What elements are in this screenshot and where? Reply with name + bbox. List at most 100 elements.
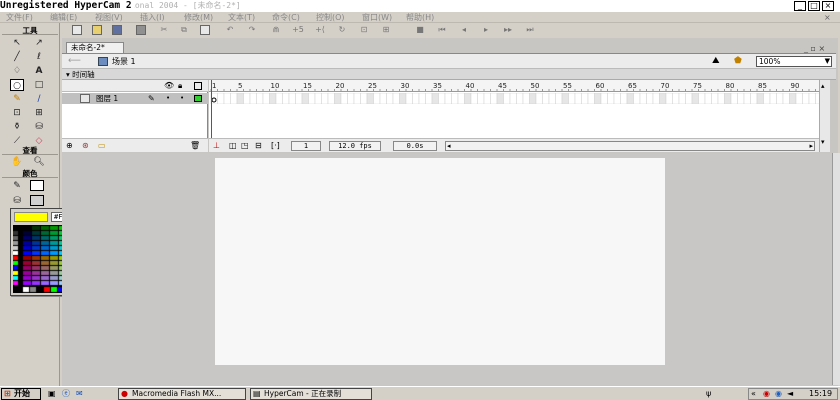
frame-cell[interactable] — [412, 93, 420, 104]
rectangle-tool-icon[interactable]: □ — [32, 79, 46, 91]
frame-cell[interactable] — [249, 93, 257, 104]
frame-cell[interactable] — [470, 93, 478, 104]
frame-cell[interactable] — [568, 93, 576, 104]
frame-cell[interactable] — [769, 93, 777, 104]
onion-markers-icon[interactable]: [·] — [271, 141, 285, 151]
restore-button[interactable]: □ — [808, 1, 820, 11]
frame-cell[interactable] — [717, 93, 725, 104]
edit-symbol-icon[interactable]: ⬟ — [734, 56, 750, 67]
frame-cell[interactable] — [438, 93, 446, 104]
save-icon[interactable] — [112, 25, 122, 35]
frame-cell[interactable] — [678, 93, 686, 104]
free-transform-tool-icon[interactable]: ⊡ — [10, 107, 24, 119]
frame-cell[interactable] — [490, 93, 498, 104]
tray-icon-b[interactable]: ◉ — [775, 389, 782, 399]
frame-cell[interactable] — [321, 93, 329, 104]
frame-cell[interactable] — [795, 93, 803, 104]
stop-icon[interactable]: ■ — [414, 23, 426, 37]
frame-cell[interactable] — [652, 93, 660, 104]
frame-cell[interactable] — [444, 93, 452, 104]
frame-cell[interactable] — [756, 93, 764, 104]
frame-cell[interactable] — [763, 93, 771, 104]
menu-text[interactable]: 文本(T) — [228, 12, 255, 23]
print-icon[interactable] — [136, 25, 146, 35]
pen-tool-icon[interactable]: ♢ — [10, 65, 24, 77]
brush-tool-icon[interactable]: ∕ — [32, 93, 46, 105]
doc-window-controls[interactable]: _ ▫ × — [804, 44, 834, 53]
pencil-tool-icon[interactable]: ✎ — [10, 93, 24, 105]
cut-icon[interactable]: ✂ — [158, 23, 170, 37]
frame-cell[interactable] — [646, 93, 654, 104]
close-button[interactable]: × — [822, 1, 834, 11]
frame-cell[interactable] — [607, 93, 615, 104]
line-tool-icon[interactable]: ╱ — [10, 51, 24, 63]
keyframe[interactable] — [211, 97, 217, 103]
zoom-select[interactable]: 100% ▼ — [756, 56, 832, 67]
frame-cell[interactable] — [581, 93, 589, 104]
eye-icon[interactable]: 👁︎ — [164, 81, 174, 91]
frame-cell[interactable] — [737, 93, 745, 104]
task-hypercam[interactable]: ▤ HyperCam - 正在录制 — [250, 388, 372, 400]
frame-cell[interactable] — [327, 93, 335, 104]
frame-cell[interactable] — [613, 93, 621, 104]
frame-cell[interactable] — [574, 93, 582, 104]
volume-icon[interactable]: ◄ — [787, 389, 793, 399]
frame-cell[interactable] — [743, 93, 751, 104]
frame-cell[interactable] — [711, 93, 719, 104]
frame-cell[interactable] — [269, 93, 277, 104]
menu-view[interactable]: 视图(V) — [95, 12, 123, 23]
document-tab[interactable]: 未命名-2* — [66, 42, 124, 53]
insert-folder-icon[interactable]: ▭ — [98, 141, 110, 151]
frame-cell[interactable] — [425, 93, 433, 104]
lock-icon[interactable]: 🔒︎ — [178, 81, 188, 91]
outlook-icon[interactable]: ✉ — [76, 389, 86, 399]
frame-cell[interactable] — [724, 93, 732, 104]
frame-cell[interactable] — [340, 93, 348, 104]
frame-cell[interactable] — [548, 93, 556, 104]
new-file-icon[interactable] — [72, 25, 82, 35]
onion-skin-icon[interactable]: ◫ — [229, 141, 239, 151]
tray-expand[interactable]: « — [751, 389, 756, 399]
frame-cell[interactable] — [776, 93, 784, 104]
scroll-up-icon[interactable]: ▴ — [821, 82, 825, 90]
show-desktop-icon[interactable]: ▣ — [48, 389, 58, 399]
frame-cell[interactable] — [223, 93, 231, 104]
frame-cell[interactable] — [626, 93, 634, 104]
frame-cell[interactable] — [639, 93, 647, 104]
frame-cell[interactable] — [236, 93, 244, 104]
align-icon[interactable]: ⊞ — [380, 23, 392, 37]
go-to-end-icon[interactable]: ⏭ — [524, 23, 536, 37]
menu-commands[interactable]: 命令(C) — [272, 12, 300, 23]
frame-ruler[interactable]: 1 5 10 15 20 25 30 35 40 45 50 55 60 65 70 75 80 85 90 — [209, 80, 819, 92]
visible-dot-icon[interactable]: • — [166, 93, 172, 104]
menu-edit[interactable]: 编辑(E) — [50, 12, 77, 23]
frame-cell[interactable] — [366, 93, 374, 104]
frame-cell[interactable] — [633, 93, 641, 104]
fill-transform-tool-icon[interactable]: ⊞ — [32, 107, 46, 119]
center-frame-icon[interactable]: ⊥ — [213, 141, 223, 151]
frame-cell[interactable] — [295, 93, 303, 104]
frame-cell[interactable] — [334, 93, 342, 104]
frame-cell[interactable] — [353, 93, 361, 104]
frame-cell[interactable] — [496, 93, 504, 104]
frame-cell[interactable] — [431, 93, 439, 104]
smooth-icon[interactable]: +5 — [292, 23, 304, 37]
frame-cell[interactable] — [509, 93, 517, 104]
frame-cell[interactable] — [730, 93, 738, 104]
lasso-tool-icon[interactable]: ℓ — [32, 51, 46, 63]
frame-cell[interactable] — [620, 93, 628, 104]
menu-window[interactable]: 窗口(W) — [362, 12, 392, 23]
start-button[interactable]: ⊞ 开始 — [1, 388, 41, 400]
menu-insert[interactable]: 插入(I) — [140, 12, 165, 23]
straighten-icon[interactable]: +⟨ — [314, 23, 326, 37]
frame-cell[interactable] — [503, 93, 511, 104]
frame-cell[interactable] — [457, 93, 465, 104]
subselect-tool-icon[interactable]: ↗ — [32, 37, 46, 49]
frame-cell[interactable] — [392, 93, 400, 104]
copy-icon[interactable]: ⧉ — [178, 23, 190, 37]
frame-cell[interactable] — [399, 93, 407, 104]
frame-cell[interactable] — [659, 93, 667, 104]
layer-row[interactable]: 图层 1 ✎ • • — [62, 93, 208, 104]
back-arrow-icon[interactable]: ⟵ — [68, 56, 82, 67]
frame-row[interactable] — [209, 93, 819, 104]
